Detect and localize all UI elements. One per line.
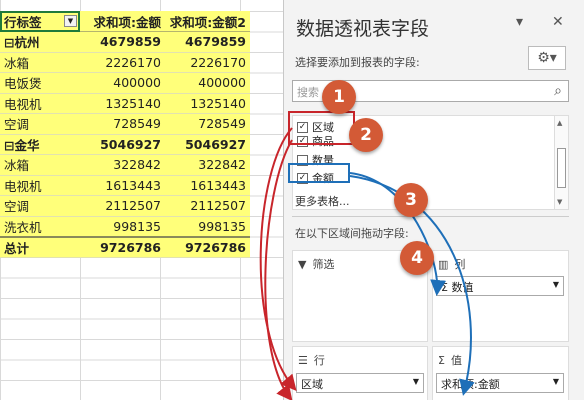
pivot-group-row[interactable]: ⊟金华 5046927 5046927	[0, 134, 250, 155]
item-label[interactable]: 空调	[0, 195, 80, 217]
divider	[292, 216, 569, 217]
total-label[interactable]: 总计	[0, 235, 80, 258]
columns-icon: ▥	[438, 257, 449, 271]
columns-area-header: ▥ 列	[438, 256, 465, 272]
pane-title: 数据透视表字段	[296, 18, 430, 40]
values-area-title: 值	[450, 354, 462, 367]
pivot-item-row[interactable]: 空调 2112507 2112507	[0, 195, 250, 217]
item-label[interactable]: 电视机	[0, 93, 80, 114]
values-item-sum-amount[interactable]: 求和项:金额 ▼	[436, 373, 564, 393]
item-label[interactable]: 洗衣机	[0, 216, 80, 237]
item-sum-amount2[interactable]: 1613443	[165, 175, 250, 196]
rows-area-title: 行	[313, 354, 325, 367]
group-sum-amount2[interactable]: 5046927	[165, 134, 250, 155]
scroll-down-icon[interactable]: ▼	[557, 198, 562, 206]
total-sum-amount[interactable]: 9726786	[80, 235, 165, 258]
pivot-group-row[interactable]: ⊟杭州 4679859 4679859	[0, 31, 250, 53]
step-badge-3: 3	[394, 183, 428, 217]
field-list-scrollbar[interactable]: ▲ ▼	[554, 116, 568, 209]
filter-area-header: ▼ 筛选	[298, 256, 334, 272]
drag-hint: 在以下区域间拖动字段:	[295, 227, 409, 240]
item-label[interactable]: 电饭煲	[0, 72, 80, 94]
pivot-item-row[interactable]: 空调 728549 728549	[0, 113, 250, 135]
sum-amount-header[interactable]: 求和项:金额	[80, 11, 165, 32]
chevron-down-icon[interactable]: ▼	[553, 377, 559, 386]
pivot-item-row[interactable]: 冰箱 2226170 2226170	[0, 52, 250, 73]
step-badge-4: 4	[400, 241, 434, 275]
item-sum-amount[interactable]: 2112507	[80, 195, 165, 217]
columns-item-label: 数值	[451, 281, 474, 294]
item-sum-amount2[interactable]: 322842	[165, 154, 250, 176]
pivot-item-row[interactable]: 冰箱 322842 322842	[0, 154, 250, 176]
step-badge-2: 2	[349, 118, 383, 152]
pivot-header-row: 行标签 ▼ 求和项:金额 求和项:金额2	[0, 11, 250, 32]
pivot-table: 行标签 ▼ 求和项:金额 求和项:金额2 ⊟杭州 4679859 4679859 冰箱 2226…	[0, 11, 250, 258]
item-sum-amount2[interactable]: 400000	[165, 72, 250, 94]
rows-item-label: 区域	[301, 378, 323, 391]
gear-icon[interactable]: ⚙▾	[528, 46, 566, 70]
search-placeholder: 搜索	[297, 86, 319, 99]
row-labels-header[interactable]: 行标签 ▼	[0, 11, 80, 32]
group-label[interactable]: ⊟杭州	[0, 31, 80, 53]
item-sum-amount[interactable]: 998135	[80, 216, 165, 237]
item-sum-amount[interactable]: 400000	[80, 72, 165, 94]
item-label[interactable]: 冰箱	[0, 52, 80, 73]
chevron-down-icon[interactable]: ▼	[553, 280, 559, 289]
rows-item-region[interactable]: 区域 ▼	[296, 373, 424, 393]
close-icon[interactable]: ✕	[552, 14, 564, 30]
columns-area-title: 列	[454, 258, 466, 271]
group-label[interactable]: ⊟金华	[0, 134, 80, 155]
item-sum-amount[interactable]: 1325140	[80, 93, 165, 114]
rows-area-header: ☰ 行	[298, 352, 325, 368]
pivot-field-pane: 数据透视表字段 ▾ ✕ 选择要添加到报表的字段: ⚙▾ 搜索 ⌕ ✓ 区域 ✓ 商品数…	[283, 0, 584, 400]
columns-item-values[interactable]: Σ 数值 ▼	[436, 276, 564, 296]
chevron-down-icon[interactable]: ▼	[413, 377, 419, 386]
sum-amount2-header[interactable]: 求和项:金额2	[165, 11, 250, 32]
pivot-item-row[interactable]: 电视机 1325140 1325140	[0, 93, 250, 114]
pane-subtitle: 选择要添加到报表的字段:	[295, 56, 420, 69]
item-label[interactable]: 冰箱	[0, 154, 80, 176]
values-item-label: 求和项:金额	[441, 378, 500, 391]
filter-icon: ▼	[298, 257, 307, 271]
search-icon: ⌕	[554, 83, 562, 99]
scroll-up-icon[interactable]: ▲	[557, 119, 562, 127]
item-label[interactable]: 空调	[0, 113, 80, 135]
item-sum-amount[interactable]: 728549	[80, 113, 165, 135]
pivot-item-row[interactable]: 洗衣机 998135 998135	[0, 216, 250, 237]
values-area-header: Σ 值	[438, 352, 462, 368]
group-sum-amount[interactable]: 5046927	[80, 134, 165, 155]
group-sum-amount[interactable]: 4679859	[80, 31, 165, 53]
scrollbar-thumb[interactable]	[557, 148, 566, 188]
item-sum-amount[interactable]: 1613443	[80, 175, 165, 196]
blue-highlight-box	[288, 163, 350, 183]
filter-dropdown-icon[interactable]: ▼	[64, 15, 77, 27]
rows-icon: ☰	[298, 353, 308, 367]
pane-options-chevron-icon[interactable]: ▾	[516, 14, 523, 30]
sigma-icon: Σ	[441, 281, 452, 294]
item-sum-amount[interactable]: 322842	[80, 154, 165, 176]
item-label[interactable]: 电视机	[0, 175, 80, 196]
item-sum-amount2[interactable]: 2226170	[165, 52, 250, 73]
more-tables-link[interactable]: 更多表格...	[295, 193, 350, 209]
excel-window: 行标签 ▼ 求和项:金额 求和项:金额2 ⊟杭州 4679859 4679859 冰箱 2226…	[0, 0, 584, 400]
pivot-item-row[interactable]: 电视机 1613443 1613443	[0, 175, 250, 196]
item-sum-amount2[interactable]: 2112507	[165, 195, 250, 217]
red-highlight-box	[288, 111, 355, 145]
step-badge-1: 1	[322, 80, 356, 114]
item-sum-amount[interactable]: 2226170	[80, 52, 165, 73]
item-sum-amount2[interactable]: 1325140	[165, 93, 250, 114]
pivot-item-row[interactable]: 电饭煲 400000 400000	[0, 72, 250, 94]
group-sum-amount2[interactable]: 4679859	[165, 31, 250, 53]
item-sum-amount2[interactable]: 728549	[165, 113, 250, 135]
filter-area-title: 筛选	[312, 258, 335, 271]
item-sum-amount2[interactable]: 998135	[165, 216, 250, 237]
sigma-icon: Σ	[438, 353, 445, 367]
total-sum-amount2[interactable]: 9726786	[165, 235, 250, 258]
pivot-total-row: 总计 9726786 9726786	[0, 235, 250, 258]
